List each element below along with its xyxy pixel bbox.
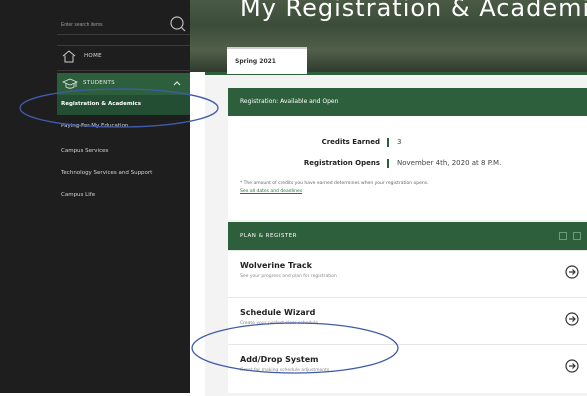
page-title: My Registration & Academics: [240, 0, 587, 22]
divider-bar: [387, 138, 389, 147]
registration-status-title: Registration: Available and Open: [240, 98, 339, 105]
search-bar: [57, 16, 190, 35]
plan-register-title: PLAN & REGISTER: [240, 233, 297, 239]
nav-students-label: STUDENTS: [83, 80, 115, 86]
task-title: Wolverine Track: [240, 261, 312, 270]
sidebar: HOME STUDENTS Registration & Academics P…: [0, 0, 190, 393]
sidebar-item-label: Campus Services: [61, 148, 109, 154]
task-description: See your progress and plan for registrat…: [240, 274, 337, 279]
nav-home[interactable]: HOME: [57, 45, 190, 71]
task-wolverine-track[interactable]: Wolverine Track See your progress and pl…: [228, 250, 587, 295]
tab-spring-2021[interactable]: Spring 2021: [227, 47, 307, 74]
arrow-right-circle-icon[interactable]: [565, 312, 579, 326]
sidebar-item-label: Technology Services and Support: [61, 170, 153, 176]
sidebar-item-campus-life[interactable]: Campus Life: [57, 186, 190, 206]
registration-opens-value: November 4th, 2020 at 8 P.M.: [397, 159, 502, 167]
highlight-ellipse: [191, 322, 399, 374]
plan-register-header: PLAN & REGISTER: [228, 222, 587, 250]
home-icon: [62, 50, 76, 63]
registration-note: * The amount of credits you have earned …: [240, 181, 429, 186]
sidebar-item-technology-services[interactable]: Technology Services and Support: [57, 164, 190, 184]
registration-opens-label: Registration Opens: [303, 159, 380, 167]
registration-header: Registration: Available and Open: [228, 88, 587, 116]
credits-earned-label: Credits Earned: [321, 138, 380, 146]
list-view-icon[interactable]: [573, 232, 581, 240]
sidebar-item-campus-services[interactable]: Campus Services: [57, 142, 190, 162]
arrow-right-circle-icon[interactable]: [565, 265, 579, 279]
task-title: Schedule Wizard: [240, 308, 316, 317]
search-input[interactable]: [57, 16, 165, 34]
sidebar-item-label: Campus Life: [61, 192, 96, 198]
credits-earned-value: 3: [397, 138, 402, 146]
highlight-ellipse: [19, 88, 219, 128]
search-icon[interactable]: [169, 15, 187, 33]
tab-label: Spring 2021: [235, 58, 276, 65]
grid-view-icon[interactable]: [559, 232, 567, 240]
nav-home-label: HOME: [84, 53, 102, 59]
arrow-right-circle-icon[interactable]: [565, 359, 579, 373]
registration-card: Registration: Available and Open Credits…: [228, 88, 587, 220]
divider-bar: [387, 159, 389, 168]
dates-deadlines-link[interactable]: See all dates and deadlines: [240, 189, 302, 194]
